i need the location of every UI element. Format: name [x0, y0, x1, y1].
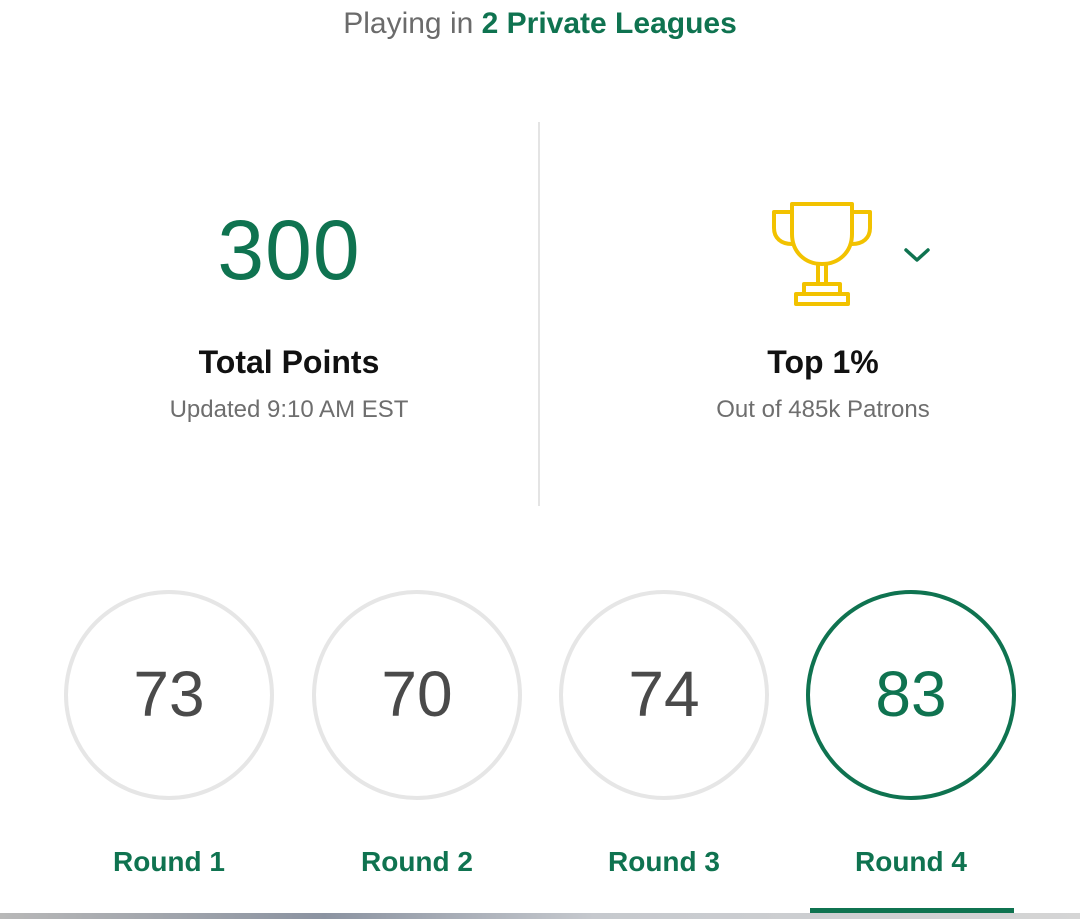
rank-label: Top 1%	[767, 344, 879, 380]
round-3-label: Round 3	[608, 846, 720, 877]
round-3-score: 74	[628, 658, 700, 730]
total-points-label: Total Points	[198, 344, 380, 380]
round-1-score: 73	[133, 658, 205, 730]
total-points-value: 300	[217, 203, 361, 297]
round-2-tab[interactable]: 70 Round 2	[312, 590, 522, 890]
round-2-score: 70	[381, 658, 453, 730]
rank-panel: Top 1% Out of 485k Patrons	[554, 0, 1080, 520]
round-1-tab[interactable]: 73 Round 1	[64, 590, 274, 890]
round-2-label: Round 2	[361, 846, 473, 877]
bottom-image-edge	[0, 913, 1080, 919]
round-4-score: 83	[875, 658, 947, 730]
round-4-tab[interactable]: 83 Round 4	[806, 590, 1016, 890]
updated-timestamp: Updated 9:10 AM EST	[169, 396, 409, 423]
trophy-icon	[772, 202, 872, 306]
total-points-panel: 300 Total Points Updated 9:10 AM EST	[20, 0, 558, 520]
chevron-down-icon[interactable]	[902, 244, 932, 266]
round-3-tab[interactable]: 74 Round 3	[559, 590, 769, 890]
round-1-label: Round 1	[113, 846, 225, 877]
rank-subtitle: Out of 485k Patrons	[716, 396, 930, 423]
stats-divider	[538, 122, 540, 506]
round-4-label: Round 4	[855, 846, 967, 877]
